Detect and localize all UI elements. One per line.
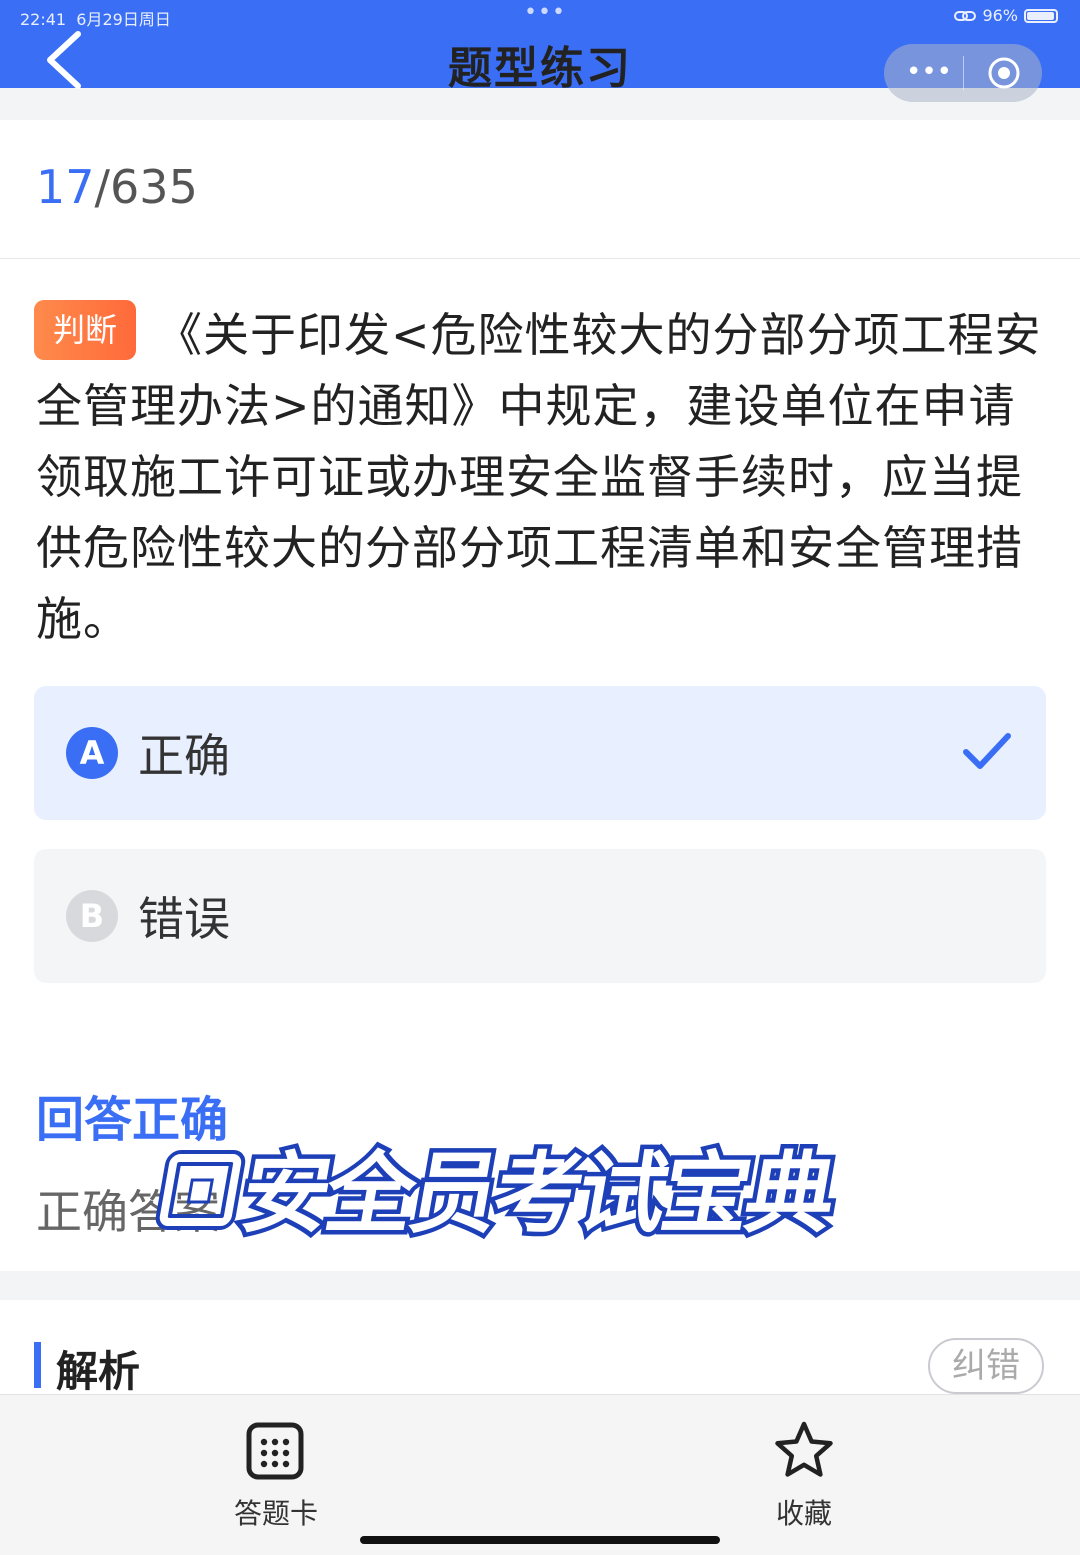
question-progress: 17/635 — [36, 160, 198, 214]
option-a[interactable]: A 正确 — [34, 686, 1046, 820]
link-icon — [954, 10, 977, 21]
progress-total: /635 — [94, 160, 198, 214]
mini-program-capsule: ••• — [884, 44, 1042, 102]
battery-percent: 96% — [982, 6, 1018, 25]
watermark-text: 安全员考试宝典 — [234, 1143, 842, 1245]
grid-card-icon — [246, 1422, 304, 1480]
status-right: 96% — [954, 6, 1058, 25]
capsule-divider — [963, 56, 964, 90]
close-target-icon[interactable] — [987, 56, 1021, 90]
analysis-title: 解析 — [56, 1347, 141, 1396]
option-b[interactable]: B 错误 — [34, 849, 1046, 983]
analysis-accent-bar — [34, 1342, 41, 1388]
answer-card-button[interactable]: 答题卡 — [196, 1418, 356, 1538]
bottom-toolbar — [0, 1394, 1080, 1555]
star-icon — [775, 1421, 833, 1477]
option-a-label: 正确 — [138, 729, 230, 783]
answer-card-label: 答题卡 — [233, 1497, 318, 1530]
option-b-label: 错误 — [138, 892, 230, 946]
report-error-button[interactable]: 纠错 — [928, 1338, 1044, 1394]
option-b-letter: B — [66, 890, 118, 942]
check-icon — [963, 733, 1011, 769]
battery-icon — [1024, 8, 1058, 23]
status-time-text: 22:41 — [20, 10, 67, 29]
multitask-dots-icon: ••• — [524, 0, 566, 25]
favorite-button[interactable]: 收藏 — [724, 1418, 884, 1538]
status-date-text: 6月29日周日 — [76, 10, 171, 29]
analysis-card — [0, 1300, 1080, 1400]
option-a-letter: A — [66, 727, 118, 779]
more-dots-icon[interactable]: ••• — [906, 54, 952, 94]
favorite-label: 收藏 — [775, 1497, 832, 1530]
watermark-overlay: 安全员考试宝典 — [155, 1138, 847, 1246]
status-time: 22:41 6月29日周日 — [20, 6, 171, 30]
home-indicator — [360, 1536, 720, 1544]
progress-current: 17 — [36, 160, 95, 214]
question-type-tag: 判断 — [34, 300, 136, 360]
question-text: 《关于印发<危险性较大的分部分项工程安全管理办法>的通知》中规定，建设单位在申请… — [36, 308, 1042, 646]
